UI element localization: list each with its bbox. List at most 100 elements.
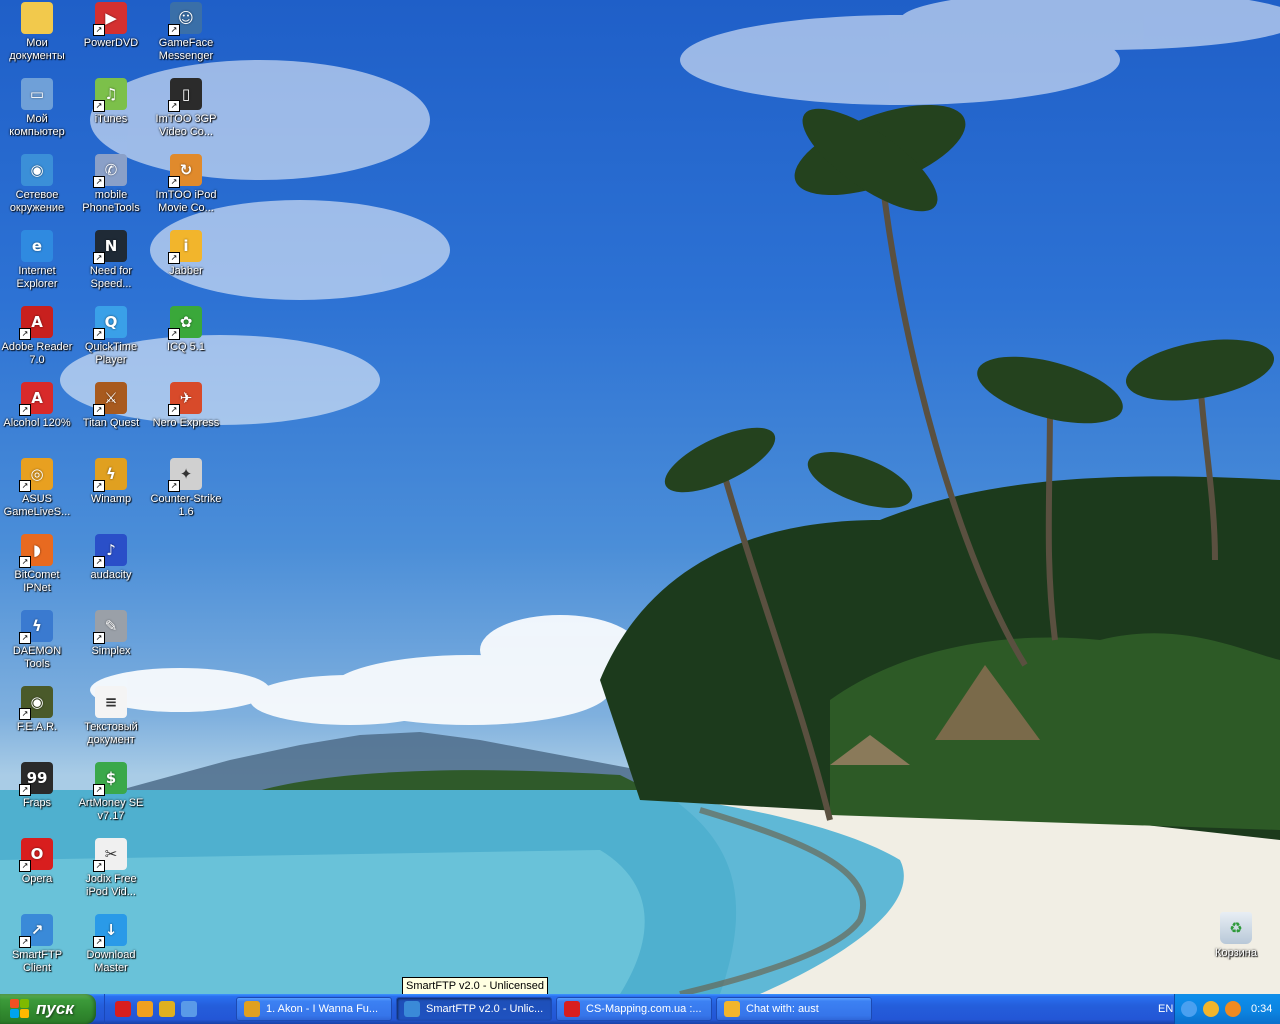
- desktop-shortcut[interactable]: e↗ Internet Explorer: [0, 230, 74, 291]
- show-desktop-quicklaunch-icon[interactable]: [181, 1001, 197, 1017]
- desktop-shortcut-label: Nero Express: [152, 417, 220, 429]
- fraps-icon: 99 ↗: [19, 762, 53, 796]
- desktop-shortcut-label: audacity: [90, 569, 132, 581]
- desktop-shortcut[interactable]: ↗ ↗ SmartFTP Client: [0, 914, 74, 975]
- shortcut-arrow-icon: ↗: [93, 936, 105, 948]
- desktop-shortcut[interactable]: ▭↗ Мой компьютер: [0, 78, 74, 139]
- desktop-shortcut[interactable]: ϟ ↗ Winamp: [74, 458, 148, 506]
- desktop-shortcut[interactable]: O ↗ Opera: [0, 838, 74, 886]
- desktop-shortcut-label: GameFace Messenger: [158, 37, 214, 62]
- icon-glyph: e: [31, 237, 43, 255]
- text-document-icon: ≡↗: [95, 686, 127, 718]
- taskbar-button-label: Chat with: aust: [746, 1003, 819, 1015]
- desktop-shortcut[interactable]: ✎ ↗ Simplex: [74, 610, 148, 658]
- shortcut-arrow-icon: ↗: [93, 784, 105, 796]
- shortcut-arrow-icon: ↗: [19, 556, 31, 568]
- quicktime-icon: Q ↗: [93, 306, 127, 340]
- shortcut-arrow-icon: ↗: [168, 100, 180, 112]
- winamp-task-icon: [244, 1001, 260, 1017]
- desktop-shortcut[interactable]: 99 ↗ Fraps: [0, 762, 74, 810]
- desktop-shortcut-label: PowerDVD: [83, 37, 139, 49]
- desktop-shortcut-label: Need for Speed...: [89, 265, 133, 290]
- start-button-label: пуск: [36, 999, 74, 1018]
- icon-glyph: ◉: [30, 161, 44, 179]
- winamp-icon: ϟ ↗: [93, 458, 127, 492]
- phonetools-icon: ✆ ↗: [93, 154, 127, 188]
- shortcut-arrow-icon: ↗: [19, 936, 31, 948]
- desktop-shortcut[interactable]: ♪ ↗ audacity: [74, 534, 148, 582]
- bitcomet-icon: ◗ ↗: [19, 534, 53, 568]
- taskbar-button[interactable]: SmartFTP v2.0 - Unlic...: [396, 997, 552, 1021]
- desktop-shortcut[interactable]: i ↗ Jabber: [149, 230, 223, 278]
- taskbar-button[interactable]: Chat with: aust: [716, 997, 872, 1021]
- desktop-shortcut[interactable]: ✿ ↗ ICQ 5.1: [149, 306, 223, 354]
- desktop-shortcut[interactable]: ▯ ↗ ImTOO 3GP Video Co...: [149, 78, 223, 139]
- taskbar-button-label: SmartFTP v2.0 - Unlic...: [426, 1003, 544, 1015]
- desktop-shortcut[interactable]: ▶ ↗ PowerDVD: [74, 2, 148, 50]
- windows-logo-icon: [10, 999, 30, 1019]
- opera-quicklaunch-icon[interactable]: [115, 1001, 131, 1017]
- desktop-shortcut[interactable]: ◉ ↗ F.E.A.R.: [0, 686, 74, 734]
- desktop-shortcut-label: ICQ 5.1: [167, 341, 205, 353]
- recycle-bin[interactable]: ♻ Корзина: [1199, 912, 1273, 960]
- taskbar-button[interactable]: 1. Akon - I Wanna Fu...: [236, 997, 392, 1021]
- tray-arrow-icon[interactable]: [1181, 1001, 1197, 1017]
- nero-icon: ✈ ↗: [168, 382, 202, 416]
- desktop-shortcut[interactable]: ↻ ↗ ImTOO iPod Movie Co...: [149, 154, 223, 215]
- media-player-quicklaunch-icon[interactable]: [137, 1001, 153, 1017]
- desktop-shortcut[interactable]: ↗ Мои документы: [0, 2, 74, 63]
- desktop-shortcut[interactable]: ✦ ↗ Counter-Strike 1.6: [149, 458, 223, 519]
- winamp-quicklaunch-icon[interactable]: [159, 1001, 175, 1017]
- tray-jabber-icon[interactable]: [1203, 1001, 1219, 1017]
- taskbar-tooltip: SmartFTP v2.0 - Unlicensed: [402, 977, 548, 995]
- shortcut-arrow-icon: ↗: [93, 860, 105, 872]
- desktop-shortcut[interactable]: ✆ ↗ mobile PhoneTools: [74, 154, 148, 215]
- language-indicator[interactable]: EN: [1158, 994, 1173, 1024]
- desktop-shortcut[interactable]: N ↗ Need for Speed...: [74, 230, 148, 291]
- gameface-icon: ☺ ↗: [168, 2, 202, 36]
- icon-glyph: ≡: [104, 693, 118, 711]
- clock[interactable]: 0:34: [1251, 1003, 1272, 1015]
- shortcut-arrow-icon: ↗: [19, 404, 31, 416]
- nfs-icon: N ↗: [93, 230, 127, 264]
- desktop-shortcut[interactable]: ◉↗ Сетевое окружение: [0, 154, 74, 215]
- desktop-shortcut-label: Opera: [21, 873, 53, 885]
- recycle-bin-label: Корзина: [1215, 947, 1257, 959]
- start-button[interactable]: пуск: [0, 994, 96, 1024]
- fear-icon: ◉ ↗: [19, 686, 53, 720]
- desktop-shortcut-label: mobile PhoneTools: [82, 189, 140, 214]
- taskbar-button[interactable]: CS-Mapping.com.ua :...: [556, 997, 712, 1021]
- shortcut-arrow-icon: ↗: [168, 328, 180, 340]
- shortcut-arrow-icon: ↗: [93, 252, 105, 264]
- desktop-shortcut[interactable]: ◗ ↗ BitComet IPNet: [0, 534, 74, 595]
- smartftp-icon: ↗ ↗: [19, 914, 53, 948]
- tray-media-icon[interactable]: [1225, 1001, 1241, 1017]
- imtoo-3gp-icon: ▯ ↗: [168, 78, 202, 112]
- desktop-shortcut[interactable]: $ ↗ ArtMoney SE v7.17: [74, 762, 148, 823]
- shortcut-arrow-icon: ↗: [168, 176, 180, 188]
- desktop-shortcut-label: Simplex: [91, 645, 131, 657]
- adobe-reader-icon: A ↗: [19, 306, 53, 340]
- imtoo-ipod-icon: ↻ ↗: [168, 154, 202, 188]
- desktop-shortcut-label: SmartFTP Client: [11, 949, 63, 974]
- desktop-shortcut[interactable]: ✂ ↗ Jodix Free iPod Vid...: [74, 838, 148, 899]
- desktop-shortcut-label: Adobe Reader 7.0: [1, 341, 73, 366]
- quick-launch-bar: [104, 994, 197, 1024]
- shortcut-arrow-icon: ↗: [93, 632, 105, 644]
- jodix-icon: ✂ ↗: [93, 838, 127, 872]
- desktop-shortcut[interactable]: ♫ ↗ iTunes: [74, 78, 148, 126]
- desktop-shortcut[interactable]: ϟ ↗ DAEMON Tools: [0, 610, 74, 671]
- desktop-shortcut[interactable]: ⚔ ↗ Titan Quest: [74, 382, 148, 430]
- desktop-shortcut[interactable]: ☺ ↗ GameFace Messenger: [149, 2, 223, 63]
- desktop-shortcut-label: F.E.A.R.: [16, 721, 58, 733]
- desktop-shortcut[interactable]: ↓ ↗ Download Master: [74, 914, 148, 975]
- desktop-shortcut[interactable]: A ↗ Alcohol 120%: [0, 382, 74, 430]
- desktop-shortcut-label: Internet Explorer: [16, 265, 58, 290]
- desktop-shortcut-label: QuickTime Player: [84, 341, 138, 366]
- desktop-shortcut[interactable]: ≡↗ Текстовый документ: [74, 686, 148, 747]
- desktop-shortcut[interactable]: ✈ ↗ Nero Express: [149, 382, 223, 430]
- desktop-shortcut[interactable]: A ↗ Adobe Reader 7.0: [0, 306, 74, 367]
- shortcut-arrow-icon: ↗: [93, 480, 105, 492]
- desktop-shortcut[interactable]: ◎ ↗ ASUS GameLiveS...: [0, 458, 74, 519]
- desktop-shortcut[interactable]: Q ↗ QuickTime Player: [74, 306, 148, 367]
